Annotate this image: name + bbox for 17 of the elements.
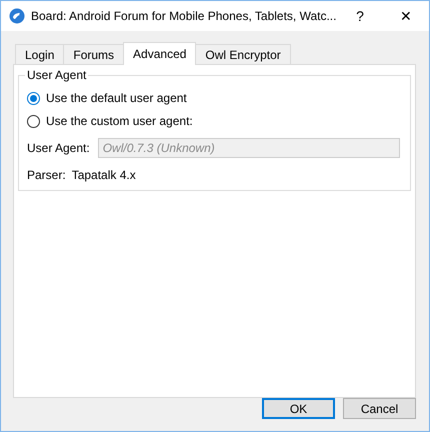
- parser-label: Parser:: [27, 168, 66, 182]
- parser-value: Tapatalk 4.x: [72, 168, 136, 182]
- window-title: Board: Android Forum for Mobile Phones, Tablets, Watc...: [31, 9, 337, 23]
- radio-button[interactable]: [27, 92, 40, 104]
- help-button[interactable]: ?: [337, 1, 383, 31]
- radio-label[interactable]: Use the default user agent: [46, 91, 187, 105]
- field-label: User Agent:: [27, 141, 90, 155]
- tab[interactable]: Owl Encryptor: [195, 44, 291, 64]
- radio-button[interactable]: [27, 114, 40, 128]
- tab[interactable]: Advanced: [123, 42, 196, 65]
- app-icon: [9, 8, 25, 24]
- dialog-button[interactable]: Cancel: [343, 398, 416, 419]
- dialog-button[interactable]: OK: [262, 398, 335, 419]
- tab[interactable]: Login: [15, 44, 64, 64]
- radio-label[interactable]: Use the custom user agent:: [46, 114, 193, 128]
- close-button[interactable]: ✕: [383, 1, 429, 31]
- group-title: User Agent: [25, 68, 88, 82]
